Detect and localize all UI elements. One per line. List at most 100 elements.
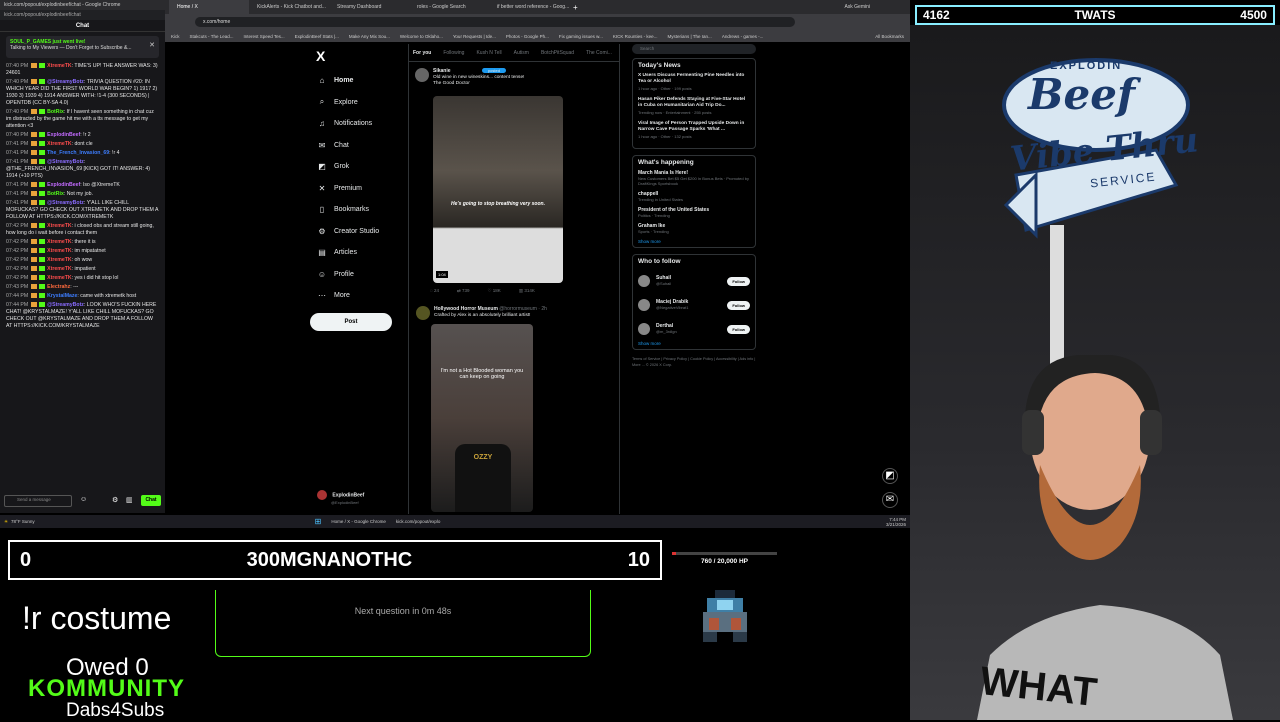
bookmark-item[interactable]: Make Any Mix Sou... — [349, 34, 390, 39]
x-logo[interactable]: X — [316, 48, 405, 64]
repost-icon[interactable]: ⇄ 739 — [457, 288, 470, 294]
taskbar-app[interactable]: kick.com/popout/explo — [396, 519, 441, 524]
message-icon[interactable]: ✉ — [882, 492, 898, 508]
avatar[interactable] — [638, 275, 650, 287]
news-item[interactable]: Viral Image of Person Trapped Upside Dow… — [638, 121, 750, 139]
bookmark-item[interactable]: Fix gaming issues w... — [559, 34, 603, 39]
news-item[interactable]: X Users Discuss Fermenting Pine Needles … — [638, 73, 750, 91]
follow-button[interactable]: Follow — [727, 324, 750, 334]
bookmark-item[interactable]: Interest Speed Tes... — [243, 34, 284, 39]
sidebar-item-home[interactable]: ⌂ Home — [310, 70, 405, 92]
bookmark-item[interactable]: Stakcuts - The Lead... — [190, 34, 234, 39]
sidebar-item-creator-studio[interactable]: ⚙ Creator Studio — [310, 221, 405, 243]
trend-item[interactable]: Graham Ike Sports · Trending — [638, 223, 750, 234]
taskbar-app[interactable]: Home / X - Google Chrome — [331, 519, 386, 524]
news-item[interactable]: Hasan Piker Defends Staying at Five-Star… — [638, 97, 750, 115]
chat-username[interactable]: XtremeTK — [47, 266, 72, 272]
sidebar-item-explore[interactable]: ⌕ Explore — [310, 92, 405, 114]
chat-username[interactable]: KrystalMaze — [47, 293, 77, 299]
tab-list[interactable]: The Comi... — [586, 50, 612, 56]
views-icon[interactable]: ▥ 314K — [519, 288, 535, 294]
sidebar-item-bookmarks[interactable]: ▯ Bookmarks — [310, 199, 405, 221]
clock-date[interactable]: 3/21/2026 — [886, 522, 906, 527]
address-bar[interactable]: x.com/home — [195, 17, 795, 27]
tab-list[interactable]: Autism — [514, 50, 529, 56]
account-switcher[interactable]: ExplodinBeef @ExplodinBeef — [317, 490, 364, 505]
chat-input[interactable]: Send a message — [4, 495, 72, 507]
emoji-icon[interactable]: ☺ — [80, 496, 87, 503]
chat-username[interactable]: @StreamyBotz — [47, 302, 84, 308]
trend-item[interactable]: President of the United States Politics ·… — [638, 207, 750, 218]
show-more-link[interactable]: Show more — [638, 341, 750, 346]
bookmark-item[interactable]: Photos - Google Ph... — [506, 34, 549, 39]
chat-username[interactable]: BotRix — [47, 191, 64, 197]
chat-username[interactable]: XtremeTK — [47, 223, 72, 229]
posted-badge[interactable]: posted — [481, 68, 506, 73]
trend-item[interactable]: March Mania Is Here! New Customers Bet $5… — [638, 170, 750, 186]
follow-button[interactable]: Follow — [727, 276, 750, 286]
like-icon[interactable]: ♡ 18K — [488, 288, 501, 294]
tweet-video[interactable]: He's going to stop breathing very soon. … — [433, 96, 563, 283]
chat-username[interactable]: Electrahz — [47, 284, 70, 290]
post-button[interactable]: Post — [310, 312, 392, 331]
new-tab-icon[interactable]: + — [573, 3, 578, 12]
trend-item[interactable]: chappell Trending in United States — [638, 191, 750, 202]
sidebar-item-profile[interactable]: ☺ Profile — [310, 264, 405, 286]
pinned-message[interactable]: SOUL_P_GAMES just went live! Talking to … — [6, 36, 159, 58]
avatar[interactable] — [638, 299, 650, 311]
browser-tab[interactable]: Streamy Dashboard — [329, 0, 409, 14]
tweet[interactable]: Hollywood Horror Museum @horrormuseum · … — [410, 300, 620, 322]
browser-tab[interactable]: Home / X — [169, 0, 249, 14]
tab-following[interactable]: Following — [443, 50, 464, 56]
send-button[interactable]: Chat — [141, 495, 161, 506]
tweet-video[interactable]: I'm not a Hot Blooded woman you can keep… — [431, 324, 533, 512]
chat-username[interactable]: BotRix — [47, 109, 64, 115]
chat-username[interactable]: XtremeTK — [47, 63, 72, 69]
chat-username[interactable]: XtremeTK — [47, 239, 72, 245]
bookmark-item[interactable]: Andrews - games -... — [722, 34, 764, 39]
bookmark-item[interactable]: Your Requests | Ide... — [453, 34, 496, 39]
sidebar-item-premium[interactable]: ✕ Premium — [310, 178, 405, 200]
all-bookmarks[interactable]: All Bookmarks — [875, 34, 904, 39]
gear-icon[interactable]: ⚙ — [112, 496, 118, 504]
follow-button[interactable]: Follow — [727, 300, 750, 310]
show-more-link[interactable]: Show more — [638, 239, 750, 244]
bookmark-item[interactable]: KICK Rounties - kee... — [613, 34, 658, 39]
bookmark-item[interactable]: Mysterians | The Ian... — [667, 34, 711, 39]
gemini-button[interactable]: Ask Gemini — [844, 4, 870, 10]
bookmark-item[interactable]: Kick — [171, 34, 180, 39]
browser-tab[interactable]: KickAlerts - Kick Chatbot and... — [249, 0, 329, 14]
start-icon[interactable]: ⊞ — [315, 517, 322, 526]
reply-icon[interactable]: ◌ 24 — [430, 288, 439, 294]
search-input[interactable]: Search — [632, 44, 756, 54]
chat-username[interactable]: @StreamyBotz — [47, 200, 84, 206]
clock-time[interactable]: 7:44 PM — [886, 517, 906, 522]
chat-username[interactable]: ExplodinBeef — [47, 132, 80, 138]
grok-icon[interactable]: ◩ — [882, 468, 898, 484]
chat-username[interactable]: ExplodinBeef — [47, 182, 80, 188]
tweet[interactable]: Sikanie posted Old wine in new wineskins… — [409, 62, 619, 90]
chat-username[interactable]: The_French_Invasion_69 — [47, 150, 109, 156]
weather-icon[interactable]: ☀ — [4, 519, 8, 525]
tab-list[interactable]: BotchPitSquad — [541, 50, 574, 56]
avatar[interactable] — [638, 323, 650, 335]
sidebar-item-notifications[interactable]: ♫ Notifications — [310, 113, 405, 135]
chat-username[interactable]: XtremeTK — [47, 141, 72, 147]
sidebar-item-articles[interactable]: ▤ Articles — [310, 242, 405, 264]
sidebar-item-more[interactable]: ⋯ More — [310, 285, 405, 307]
tab-list[interactable]: Kush N Tell — [476, 50, 501, 56]
sidebar-item-chat[interactable]: ✉ Chat — [310, 135, 405, 157]
chat-username[interactable]: @StreamyBotz — [47, 79, 84, 85]
stats-icon[interactable]: ▥ — [126, 496, 133, 504]
chat-username[interactable]: @StreamyBotz — [47, 159, 84, 165]
tab-for-you[interactable]: For you — [413, 50, 431, 56]
tweet-author[interactable]: Sikanie — [433, 68, 451, 74]
chat-username[interactable]: XtremeTK — [47, 248, 72, 254]
tweet-author[interactable]: Hollywood Horror Museum — [434, 306, 498, 312]
chat-username[interactable]: XtremeTK — [47, 275, 72, 281]
close-icon[interactable]: ✕ — [149, 41, 155, 49]
browser-tab[interactable]: if better word reference - Goog... — [489, 0, 569, 14]
sidebar-item-grok[interactable]: ◩ Grok — [310, 156, 405, 178]
x-footer[interactable]: Terms of Service | Privacy Policy | Cook… — [632, 356, 756, 368]
bookmark-item[interactable]: ExplodinBeef Stats |... — [295, 34, 339, 39]
